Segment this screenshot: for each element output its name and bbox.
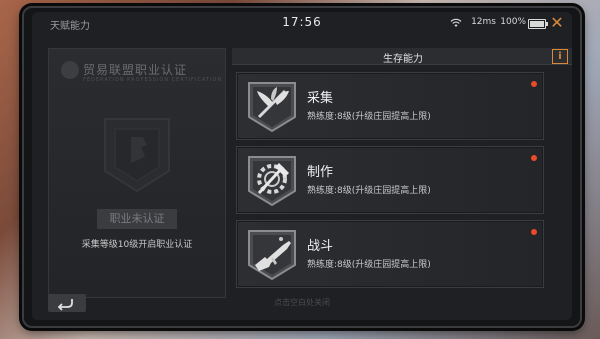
federation-logo-icon: [61, 61, 79, 79]
skill-name: 制作: [307, 165, 334, 180]
certification-subtitle: FEDERATION PROFESSION CERTIFICATION: [83, 77, 223, 83]
leaf-sickle-icon: [248, 82, 296, 133]
certification-title: 贸易联盟职业认证: [83, 63, 188, 77]
notification-dot: [531, 155, 537, 161]
info-button[interactable]: i: [552, 49, 568, 64]
skill-proficiency: 熟练度:8级(升级庄园提高上限): [307, 112, 431, 122]
skill-name: 采集: [307, 91, 334, 106]
status-bar: 天赋能力 17:56 12ms 100% ✕: [32, 12, 572, 34]
close-hint: 点击空白处关闭: [274, 298, 330, 307]
skill-card-gathering[interactable]: 采集 熟练度:8级(升级庄园提高上限): [236, 72, 544, 140]
certification-badge-icon: [104, 118, 170, 193]
rifle-icon: [248, 230, 296, 281]
close-icon[interactable]: ✕: [548, 14, 566, 32]
hammer-gear-icon: [248, 156, 296, 207]
skill-proficiency: 熟练度:8级(升级庄园提高上限): [307, 260, 431, 270]
section-title: 生存能力: [383, 54, 423, 65]
skill-card-combat[interactable]: 战斗 熟练度:8级(升级庄园提高上限): [236, 220, 544, 288]
device-frame: 天赋能力 17:56 12ms 100% ✕ 贸易联盟职业认证 FEDERATI…: [22, 6, 582, 328]
wifi-icon: [450, 18, 462, 27]
battery-text: 100%: [500, 17, 526, 27]
notification-dot: [531, 229, 537, 235]
skill-card-crafting[interactable]: 制作 熟练度:8级(升级庄园提高上限): [236, 146, 544, 214]
ping-text: 12ms: [471, 17, 496, 27]
certification-panel: 贸易联盟职业认证 FEDERATION PROFESSION CERTIFICA…: [48, 48, 226, 298]
game-screen: 天赋能力 17:56 12ms 100% ✕ 贸易联盟职业认证 FEDERATI…: [32, 12, 572, 320]
certification-status-button: 职业未认证: [97, 209, 177, 229]
battery-icon: [528, 19, 548, 29]
section-header: 生存能力 i: [232, 48, 572, 65]
certification-hint: 采集等级10级开启职业认证: [81, 240, 193, 250]
skill-proficiency: 熟练度:8级(升级庄园提高上限): [307, 186, 431, 196]
notification-dot: [531, 81, 537, 87]
skill-name: 战斗: [307, 239, 334, 254]
